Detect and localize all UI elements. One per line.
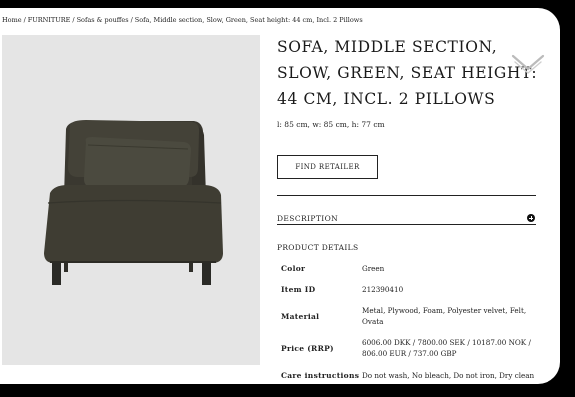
breadcrumb-separator: /	[23, 16, 26, 24]
detail-value: 212390410	[362, 285, 404, 294]
detail-value: 6006.00 DKK / 7800.00 SEK / 10187.00 NOK…	[362, 338, 531, 358]
find-retailer-button[interactable]: FIND RETAILER	[277, 155, 378, 179]
detail-label: Care instructions	[281, 370, 360, 380]
breadcrumb-furniture[interactable]: FURNITURE	[28, 16, 71, 24]
breadcrumb-sofas[interactable]: Sofas & pouffes	[77, 16, 129, 24]
detail-label: Material	[281, 311, 320, 321]
detail-row-care: Care instructions Do not wash, No bleach…	[281, 364, 543, 384]
product-page: Home / FURNITURE / Sofas & pouffes / Sofa, Mid…	[0, 8, 560, 384]
breadcrumb-home[interactable]: Home	[2, 16, 22, 24]
product-details-heading: PRODUCT DETAILS	[277, 243, 359, 252]
description-toggle[interactable]: DESCRIPTION	[277, 204, 536, 232]
product-details-table: Color Green Item ID 212390410 Material M…	[281, 258, 543, 384]
detail-value: Green	[362, 264, 385, 273]
product-image[interactable]	[2, 35, 260, 365]
breadcrumb-separator: /	[130, 16, 133, 24]
divider	[277, 224, 536, 225]
detail-row-price: Price (RRP) 6006.00 DKK / 7800.00 SEK / …	[281, 332, 543, 364]
detail-row-item-id: Item ID 212390410	[281, 279, 543, 300]
plus-circle-icon[interactable]	[527, 214, 535, 222]
detail-label: Item ID	[281, 285, 316, 294]
detail-row-color: Color Green	[281, 258, 543, 279]
divider	[277, 195, 536, 196]
breadcrumb: Home / FURNITURE / Sofas & pouffes / Sofa, Mid…	[2, 16, 363, 24]
detail-label: Price (RRP)	[281, 343, 334, 353]
detail-row-material: Material Metal, Plywood, Foam, Polyester…	[281, 300, 543, 332]
chevron-down-icon[interactable]	[511, 52, 545, 74]
sofa-illustration	[44, 120, 223, 285]
detail-value: Do not wash, No bleach, Do not iron, Dry…	[362, 370, 535, 380]
breadcrumb-current: Sofa, Middle section, Slow, Green, Seat …	[134, 16, 363, 24]
detail-label: Color	[281, 264, 306, 273]
breadcrumb-separator: /	[72, 16, 75, 24]
product-title: SOFA, MIDDLE SECTION, SLOW, GREEN, SEAT …	[277, 38, 538, 108]
description-label: DESCRIPTION	[277, 213, 339, 223]
product-dimensions: l: 85 cm, w: 85 cm, h: 77 cm	[277, 120, 385, 129]
detail-value: Metal, Plywood, Foam, Polyester velvet, …	[362, 306, 527, 326]
